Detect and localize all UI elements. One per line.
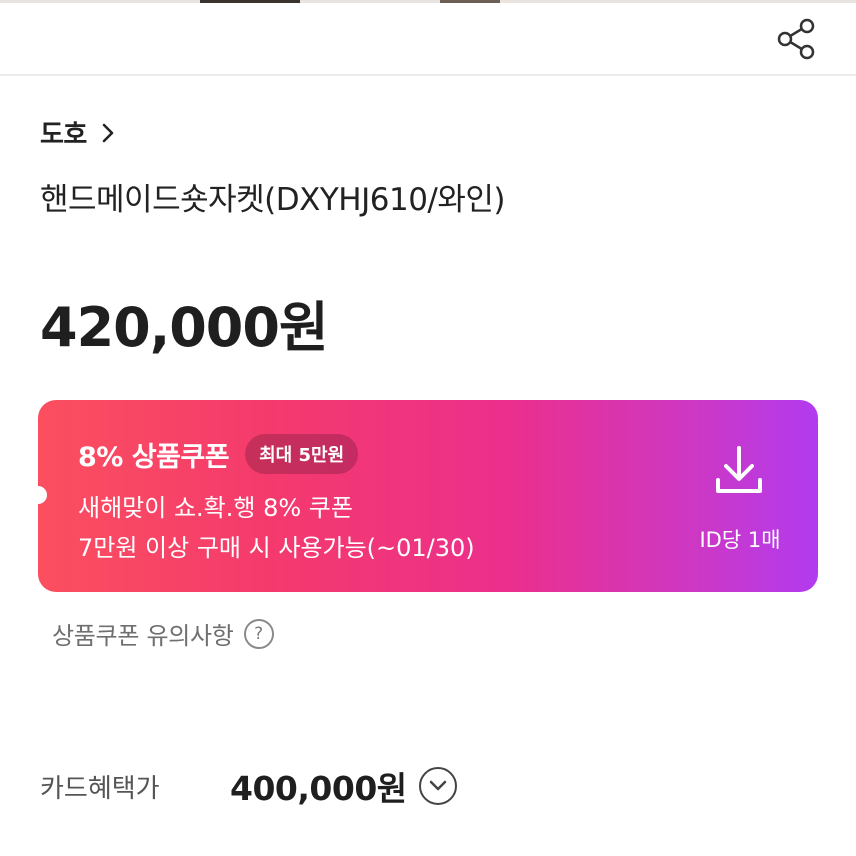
coupon-card[interactable]: 8% 상품쿠폰 최대 5만원 새해맞이 쇼.확.행 8% 쿠폰 7만원 이상 구…: [38, 400, 818, 592]
brand-link[interactable]: 도호: [40, 114, 115, 151]
coupon-limit-text: ID당 1매: [699, 528, 781, 552]
product-title: 핸드메이드숏자켓(DXYHJ610/와인): [40, 182, 506, 218]
download-icon[interactable]: [714, 444, 764, 496]
coupon-notice-label: 상품쿠폰 유의사항: [52, 622, 234, 650]
coupon-notch: [38, 486, 47, 504]
help-icon[interactable]: ?: [243, 618, 274, 649]
coupon-header: 8% 상품쿠폰 최대 5만원: [78, 434, 359, 474]
coupon-description-line2: 7만원 이상 구매 시 사용가능(~01/30): [78, 534, 475, 562]
share-button[interactable]: [772, 15, 820, 63]
top-header: [0, 3, 856, 76]
brand-name: 도호: [40, 120, 87, 150]
coupon-max-badge: 최대 5만원: [245, 434, 359, 474]
share-icon: [777, 18, 815, 60]
coupon-notice-link[interactable]: 상품쿠폰 유의사항 ?: [52, 616, 274, 651]
card-benefit-row: 카드혜택가 400,000원: [40, 764, 800, 808]
card-benefit-label: 카드혜택가: [40, 773, 160, 804]
card-benefit-price: 400,000원: [230, 769, 407, 808]
product-price: 420,000원: [40, 296, 329, 359]
chevron-right-icon: [101, 122, 115, 144]
coupon-description-line1: 새해맞이 쇼.확.행 8% 쿠폰: [78, 494, 353, 522]
chevron-down-circle-icon[interactable]: [418, 767, 457, 805]
coupon-title: 8% 상품쿠폰: [78, 441, 230, 473]
